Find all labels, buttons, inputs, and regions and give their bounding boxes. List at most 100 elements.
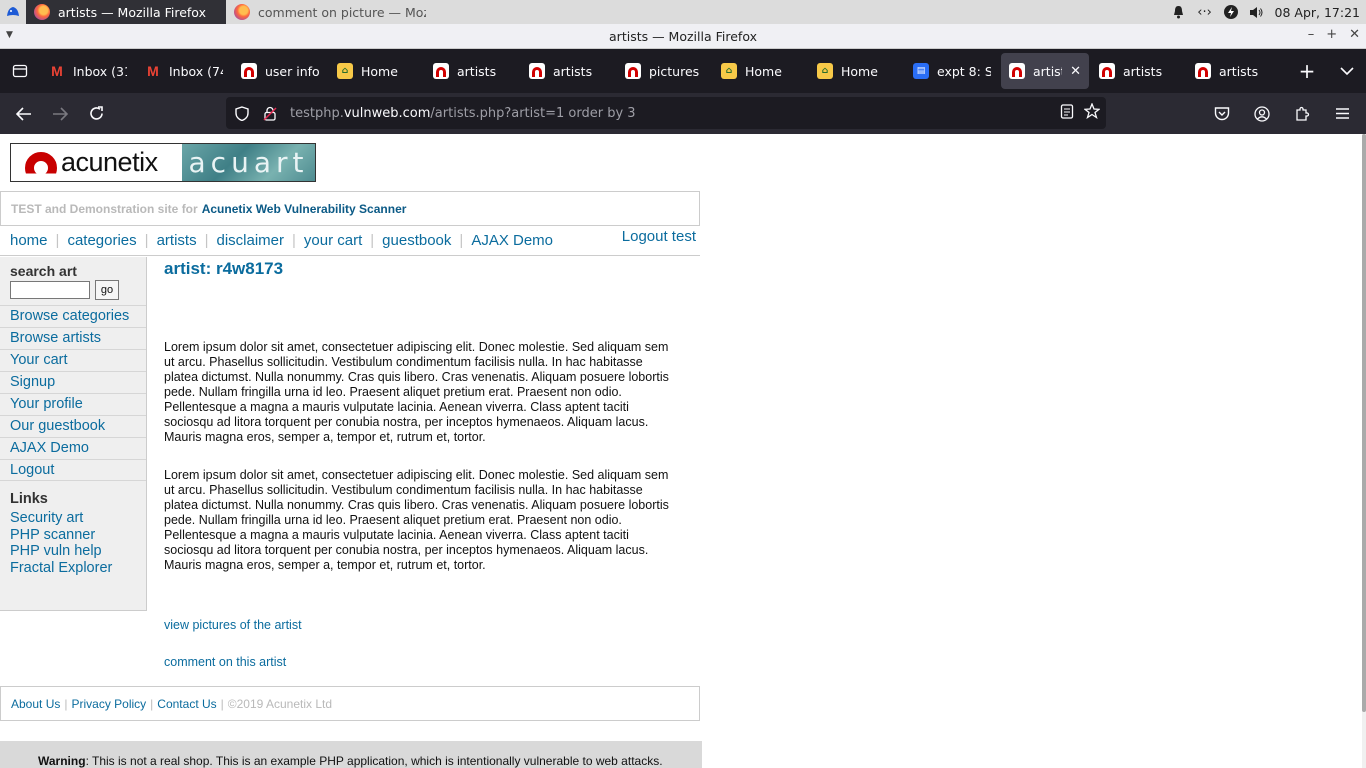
links-list: Security art PHP scanner PHP vuln help F… <box>10 510 112 576</box>
comment-artist-link[interactable]: comment on this artist <box>164 655 286 669</box>
tab-expt-8-sc[interactable]: ▤ expt 8: SC <box>905 53 999 89</box>
close-tab-icon[interactable]: ✕ <box>1070 64 1081 79</box>
scrollbar-thumb[interactable] <box>1362 134 1366 712</box>
maximize-icon[interactable]: + <box>1326 27 1337 42</box>
sidebar-item-browse-artists[interactable]: Browse artists <box>0 327 146 349</box>
nav-your-cart[interactable]: your cart <box>304 232 362 249</box>
tab-label: artists <box>1033 63 1062 79</box>
sidebar-item-logout[interactable]: Logout <box>0 459 146 481</box>
nav-separator: | <box>144 232 149 249</box>
network-icon[interactable]: ‹·› <box>1197 4 1213 20</box>
sidebar-item-signup[interactable]: Signup <box>0 371 146 393</box>
acunetix-icon <box>529 63 545 79</box>
taskbar-item-firefox-comment[interactable]: comment on picture — Mozi... <box>226 0 426 24</box>
tab-home[interactable]: ⌂ Home <box>713 53 807 89</box>
url-text[interactable]: testphp.vulnweb.com/artists.php?artist=1… <box>290 106 636 121</box>
tab-artists[interactable]: artists <box>425 53 519 89</box>
footer-contact-link[interactable]: Contact Us <box>157 697 216 711</box>
footer-copyright: ©2019 Acunetix Ltd <box>227 696 333 711</box>
account-icon[interactable] <box>1244 96 1280 132</box>
sidebar-item-your-profile[interactable]: Your profile <box>0 393 146 415</box>
gmail-icon: M <box>51 63 63 79</box>
bookmark-star-icon[interactable] <box>1083 102 1101 123</box>
notification-bell-icon[interactable] <box>1171 4 1187 20</box>
minimize-icon[interactable]: – <box>1308 27 1315 42</box>
tab-label: artists <box>457 63 497 79</box>
link-php-vuln-help[interactable]: PHP vuln help <box>10 543 112 560</box>
footer-about-link[interactable]: About Us <box>11 697 60 711</box>
pocket-icon[interactable] <box>1204 96 1240 132</box>
acunetix-logo: acunetix <box>11 144 182 181</box>
tab-label: pictures <box>649 63 700 79</box>
search-input[interactable] <box>10 281 90 299</box>
docs-icon: ▤ <box>913 63 929 79</box>
page-scrollbar[interactable] <box>1362 134 1366 768</box>
footer-privacy-link[interactable]: Privacy Policy <box>71 697 146 711</box>
nav-ajax-demo[interactable]: AJAX Demo <box>471 232 553 249</box>
list-all-tabs-button[interactable] <box>0 49 40 93</box>
link-php-scanner[interactable]: PHP scanner <box>10 527 112 544</box>
nav-categories[interactable]: categories <box>67 232 136 249</box>
power-icon[interactable] <box>1223 4 1239 20</box>
view-pictures-link[interactable]: view pictures of the artist <box>164 618 302 632</box>
url-path: /artists.php?artist=1 order by 3 <box>430 105 636 121</box>
tab-inbox-31[interactable]: M Inbox (31 <box>41 53 135 89</box>
tab-pictures[interactable]: pictures <box>617 53 711 89</box>
footer-separator: | <box>150 696 154 711</box>
scanner-link[interactable]: Acunetix Web Vulnerability Scanner <box>202 202 407 216</box>
artist-bio-paragraph: Lorem ipsum dolor sit amet, consectetuer… <box>164 340 669 444</box>
firefox-icon <box>34 4 50 20</box>
new-tab-button[interactable]: + <box>1287 49 1327 93</box>
insecure-lock-icon[interactable] <box>256 106 284 121</box>
acunetix-mark-icon <box>25 152 57 174</box>
reader-view-icon[interactable] <box>1060 103 1074 123</box>
forward-button[interactable] <box>42 96 78 132</box>
tab-home[interactable]: ⌂ Home <box>329 53 423 89</box>
close-window-icon[interactable]: ✕ <box>1349 27 1360 42</box>
taskbar-item-firefox-artists[interactable]: artists — Mozilla Firefox <box>26 0 226 24</box>
clock[interactable]: 08 Apr, 17:21 <box>1275 5 1360 20</box>
tab-user-info[interactable]: user info <box>233 53 327 89</box>
window-menu-chevron-icon[interactable]: ▼ <box>6 30 13 40</box>
links-heading: Links <box>10 491 48 507</box>
sidebar-menu: Browse categories Browse artists Your ca… <box>0 305 146 481</box>
tracking-protection-shield-icon[interactable] <box>228 105 256 121</box>
warning-text: : This is not a real shop. This is an ex… <box>85 754 663 768</box>
tab-label: artists <box>553 63 593 79</box>
top-navigation: home | categories | artists | disclaimer | y… <box>0 226 700 256</box>
sidebar-item-ajax-demo[interactable]: AJAX Demo <box>0 437 146 459</box>
nav-artists[interactable]: artists <box>157 232 197 249</box>
nav-separator: | <box>292 232 296 249</box>
reload-button[interactable] <box>78 96 114 132</box>
logout-link[interactable]: Logout test <box>622 228 696 245</box>
tab-home[interactable]: ⌂ Home <box>809 53 903 89</box>
nav-guestbook[interactable]: guestbook <box>382 232 451 249</box>
link-fractal-explorer[interactable]: Fractal Explorer <box>10 560 112 577</box>
hamburger-menu-icon[interactable] <box>1324 96 1360 132</box>
search-go-button[interactable]: go <box>95 280 119 300</box>
extensions-puzzle-icon[interactable] <box>1284 96 1320 132</box>
acunetix-icon <box>433 63 449 79</box>
sidebar-item-our-guestbook[interactable]: Our guestbook <box>0 415 146 437</box>
tab-label: Inbox (74 <box>169 63 223 79</box>
sidebar-item-browse-categories[interactable]: Browse categories <box>0 305 146 327</box>
sidebar-item-your-cart[interactable]: Your cart <box>0 349 146 371</box>
app-menu-icon[interactable] <box>0 0 26 24</box>
address-bar[interactable]: testphp.vulnweb.com/artists.php?artist=1… <box>226 97 1106 129</box>
tab-overflow-chevron-icon[interactable] <box>1327 49 1366 93</box>
tab-artists[interactable]: artists <box>1091 53 1185 89</box>
volume-icon[interactable] <box>1249 4 1265 20</box>
window-title: artists — Mozilla Firefox <box>609 28 757 44</box>
link-security-art[interactable]: Security art <box>10 510 112 527</box>
system-tray: ‹·› 08 Apr, 17:21 <box>1171 0 1366 24</box>
tab-artists[interactable]: artists <box>521 53 615 89</box>
acunetix-icon <box>1099 63 1115 79</box>
tab-artists[interactable]: artists <box>1187 53 1281 89</box>
os-top-panel: artists — Mozilla Firefox comment on pic… <box>0 0 1366 24</box>
back-button[interactable] <box>6 96 42 132</box>
nav-disclaimer[interactable]: disclaimer <box>216 232 284 249</box>
nav-home[interactable]: home <box>10 232 48 249</box>
tab-inbox-74[interactable]: M Inbox (74 <box>137 53 231 89</box>
tab-artists[interactable]: artists ✕ <box>1001 53 1089 89</box>
acunetix-acuart-logo[interactable]: acunetix acuart <box>10 143 316 182</box>
